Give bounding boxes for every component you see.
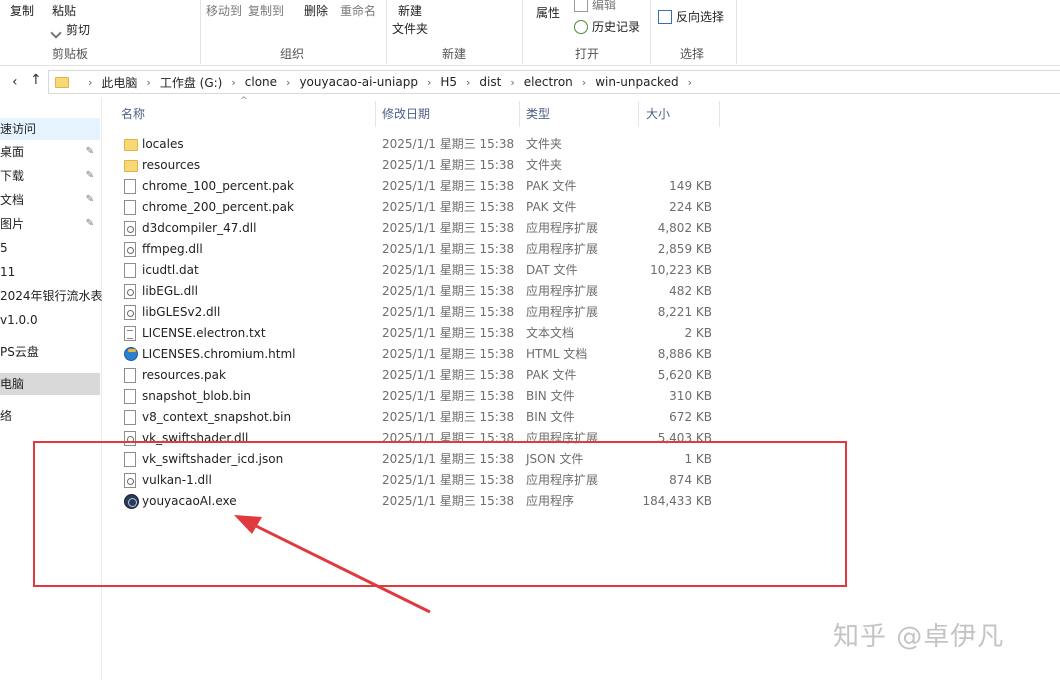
annotation-arrow <box>234 515 431 614</box>
watermark: 知乎 @卓伊凡 <box>833 622 1005 652</box>
